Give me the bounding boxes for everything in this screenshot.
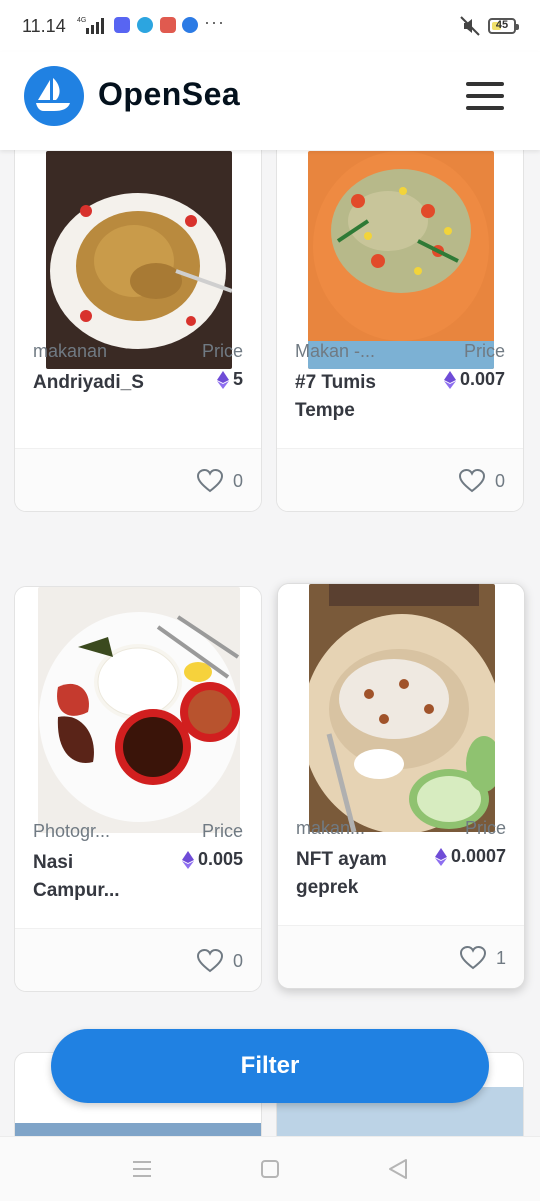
price-amount: 5 bbox=[232, 369, 243, 389]
like-count: 0 bbox=[494, 470, 505, 491]
price-value: 0.007 bbox=[443, 369, 505, 390]
heart-icon bbox=[196, 949, 223, 973]
collection-name[interactable]: makan... bbox=[296, 818, 365, 839]
price-amount: 0.007 bbox=[459, 369, 505, 389]
nft-image[interactable] bbox=[15, 587, 261, 833]
filter-button[interactable]: Filter bbox=[51, 1029, 489, 1103]
heart-icon bbox=[459, 946, 486, 970]
heart-icon bbox=[196, 469, 223, 493]
collection-name[interactable]: Photogr... bbox=[33, 821, 110, 842]
notification-overflow: ··· bbox=[204, 12, 225, 32]
price-value: 5 bbox=[216, 369, 243, 390]
network-type: 4G bbox=[77, 17, 86, 24]
ethereum-icon bbox=[181, 850, 194, 869]
price-label: Price bbox=[464, 818, 506, 838]
recent-apps-icon[interactable] bbox=[130, 1157, 154, 1181]
price-label: Price bbox=[463, 341, 505, 361]
like-count: 0 bbox=[232, 470, 243, 491]
stir-fry-tempeh-plate-image bbox=[308, 151, 494, 369]
like-count: 0 bbox=[232, 950, 243, 971]
nft-card[interactable]: makanan Price Andriyadi_S 5 0 bbox=[14, 150, 262, 512]
discord-icon bbox=[114, 17, 130, 33]
nft-image[interactable] bbox=[15, 150, 261, 369]
nft-image[interactable] bbox=[278, 584, 524, 832]
nft-name[interactable]: #7 Tumis Tempe bbox=[295, 369, 415, 425]
nft-grid: makanan Price Andriyadi_S 5 0 Makan -...… bbox=[0, 150, 540, 1136]
game-app-icon bbox=[160, 17, 176, 33]
price-label: Price bbox=[201, 821, 243, 841]
nft-name[interactable]: NFT ayam geprek bbox=[296, 846, 416, 902]
like-button[interactable]: 1 bbox=[459, 946, 506, 970]
heart-icon bbox=[458, 469, 485, 493]
hamburger-menu-icon[interactable] bbox=[466, 82, 504, 110]
nft-image[interactable] bbox=[15, 1123, 261, 1136]
home-icon[interactable] bbox=[258, 1157, 282, 1181]
like-button[interactable]: 0 bbox=[196, 949, 243, 973]
like-count: 1 bbox=[495, 947, 506, 968]
telegram-icon bbox=[137, 17, 153, 33]
price-amount: 0.005 bbox=[197, 849, 243, 869]
card-footer: 0 bbox=[277, 448, 523, 511]
like-button[interactable]: 0 bbox=[458, 469, 505, 493]
price-value: 0.0007 bbox=[434, 846, 506, 867]
card-footer: 0 bbox=[15, 448, 261, 511]
back-icon[interactable] bbox=[386, 1157, 410, 1181]
status-bar: 11.14 4G ··· 45 bbox=[0, 0, 540, 52]
collection-name[interactable]: Makan -... bbox=[295, 341, 375, 362]
price-value: 0.005 bbox=[181, 849, 243, 870]
status-time: 11.14 bbox=[22, 16, 66, 36]
nft-card[interactable]: Photogr... Price Nasi Campur... 0.005 0 bbox=[14, 586, 262, 992]
mute-icon bbox=[460, 16, 480, 36]
opensea-logo[interactable] bbox=[24, 66, 84, 126]
price-label: Price bbox=[201, 341, 243, 361]
collection-name[interactable]: makanan bbox=[33, 341, 107, 362]
mixed-rice-plate-image bbox=[38, 587, 240, 833]
nft-name[interactable]: Andriyadi_S bbox=[33, 369, 153, 397]
price-amount: 0.0007 bbox=[450, 846, 506, 866]
nft-card[interactable]: Makan -... Price #7 Tumis Tempe 0.007 0 bbox=[276, 150, 524, 512]
ethereum-icon bbox=[434, 847, 447, 866]
card-footer: 0 bbox=[15, 928, 261, 991]
opensea-boat-icon bbox=[36, 78, 70, 111]
app-header: OpenSea bbox=[0, 52, 540, 150]
nft-card[interactable]: makan... Price NFT ayam geprek 0.0007 1 bbox=[277, 583, 525, 989]
card-footer: 1 bbox=[278, 925, 524, 988]
ethereum-icon bbox=[216, 370, 229, 389]
system-nav-bar bbox=[0, 1136, 540, 1201]
signal-icon: 4G bbox=[77, 17, 104, 34]
battery-icon: 45 bbox=[488, 18, 519, 34]
ethereum-icon bbox=[443, 370, 456, 389]
ayam-geprek-plate-image bbox=[309, 584, 495, 832]
like-button[interactable]: 0 bbox=[196, 469, 243, 493]
brand-name[interactable]: OpenSea bbox=[98, 76, 240, 113]
noodles-plate-image bbox=[46, 151, 232, 369]
nft-name[interactable]: Nasi Campur... bbox=[33, 849, 153, 905]
battery-level: 45 bbox=[495, 19, 509, 31]
bluetooth-app-icon bbox=[182, 17, 198, 33]
nft-image[interactable] bbox=[277, 150, 523, 369]
